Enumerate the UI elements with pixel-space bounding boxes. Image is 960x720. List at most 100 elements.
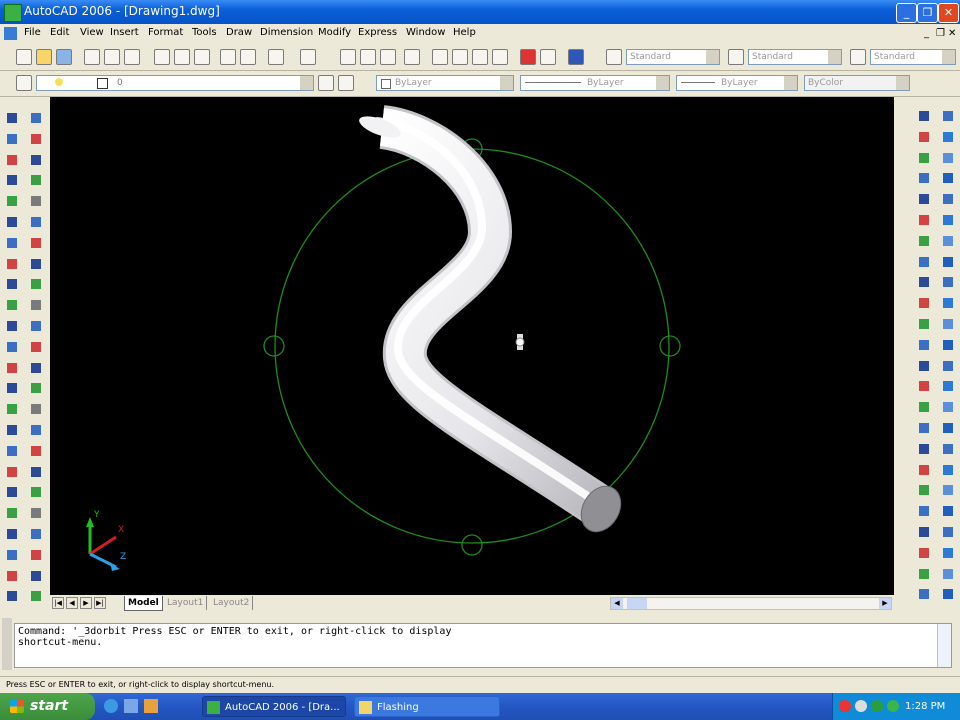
undo-icon[interactable] [268, 49, 284, 65]
quick-launch-ie-icon[interactable] [104, 699, 118, 713]
markup-icon[interactable] [520, 49, 536, 65]
modify-tool-button-9[interactable] [27, 275, 43, 291]
dimension-tool-button-24[interactable] [915, 585, 931, 601]
autocad-app-icon[interactable] [4, 4, 22, 22]
text-style-select[interactable]: Standard [626, 49, 720, 65]
draw-tool-button-20[interactable] [3, 504, 19, 520]
modify-tool-button-3[interactable] [27, 151, 43, 167]
dimension-tool-button-17[interactable] [915, 440, 931, 456]
menu-window[interactable]: Window [406, 27, 445, 38]
save-icon[interactable] [56, 49, 72, 65]
dimension-tool-button-7[interactable] [915, 232, 931, 248]
solids-tool-button-8[interactable] [939, 253, 955, 269]
properties-icon[interactable] [432, 49, 448, 65]
layer-manager-icon[interactable] [16, 75, 32, 91]
plot-icon[interactable] [84, 49, 100, 65]
cut-icon[interactable] [154, 49, 170, 65]
draw-tool-button-7[interactable] [3, 234, 19, 250]
block-editor-icon[interactable] [240, 49, 256, 65]
tray-icon-4[interactable] [887, 700, 899, 712]
dimension-tool-button-21[interactable] [915, 523, 931, 539]
layer-select[interactable]: 0 [36, 75, 314, 91]
dimension-tool-button-22[interactable] [915, 544, 931, 560]
draw-tool-button-12[interactable] [3, 338, 19, 354]
dimension-tool-button-6[interactable] [915, 211, 931, 227]
publish-icon[interactable] [124, 49, 140, 65]
menu-help[interactable]: Help [453, 27, 476, 38]
layer-previous-icon[interactable] [338, 75, 354, 91]
solids-tool-button-15[interactable] [939, 398, 955, 414]
table-style-icon[interactable] [850, 49, 866, 65]
dimension-tool-button-5[interactable] [915, 190, 931, 206]
prev-tab-arrow-icon[interactable]: ◀ [66, 597, 78, 609]
dimension-tool-button-10[interactable] [915, 294, 931, 310]
task-autocad[interactable]: AutoCAD 2006 - [Dra... [202, 696, 346, 717]
doc-minimize-button[interactable]: _ [924, 28, 929, 39]
command-scrollbar[interactable] [937, 624, 951, 667]
dimension-tool-button-16[interactable] [915, 419, 931, 435]
solids-tool-button-22[interactable] [939, 544, 955, 560]
sheet-set-icon[interactable] [492, 49, 508, 65]
modify-tool-button-15[interactable] [27, 400, 43, 416]
solids-tool-button-21[interactable] [939, 523, 955, 539]
solids-tool-button-11[interactable] [939, 315, 955, 331]
modify-tool-button-11[interactable] [27, 317, 43, 333]
menu-edit[interactable]: Edit [50, 27, 69, 38]
plot-preview-icon[interactable] [104, 49, 120, 65]
dimension-tool-button-18[interactable] [915, 461, 931, 477]
match-properties-icon[interactable] [220, 49, 236, 65]
menu-dimension[interactable]: Dimension [260, 27, 313, 38]
dimension-tool-button-20[interactable] [915, 502, 931, 518]
swept-solid-pipe[interactable] [357, 105, 629, 539]
solids-tool-button-12[interactable] [939, 336, 955, 352]
tool-palettes-icon[interactable] [472, 49, 488, 65]
solids-tool-button-18[interactable] [939, 461, 955, 477]
solids-tool-button-7[interactable] [939, 232, 955, 248]
scroll-thumb[interactable] [627, 598, 647, 609]
draw-tool-button-24[interactable] [3, 587, 19, 603]
modify-tool-button-14[interactable] [27, 379, 43, 395]
modify-tool-button-17[interactable] [27, 442, 43, 458]
last-tab-arrow-icon[interactable]: ▶| [94, 597, 106, 609]
minimize-button[interactable]: _ [896, 3, 917, 23]
modify-tool-button-20[interactable] [27, 504, 43, 520]
dimension-tool-button-1[interactable] [915, 107, 931, 123]
document-icon[interactable] [4, 27, 17, 40]
command-window[interactable]: Command: '_3dorbit Press ESC or ENTER to… [14, 623, 952, 668]
tray-icon-1[interactable] [839, 700, 851, 712]
quick-launch-desktop-icon[interactable] [124, 699, 138, 713]
draw-tool-button-11[interactable] [3, 317, 19, 333]
draw-tool-button-18[interactable] [3, 463, 19, 479]
draw-tool-button-19[interactable] [3, 483, 19, 499]
dimension-tool-button-19[interactable] [915, 481, 931, 497]
zoom-previous-icon[interactable] [404, 49, 420, 65]
help-icon[interactable] [568, 49, 584, 65]
quick-launch-media-icon[interactable] [144, 699, 158, 713]
solids-tool-button-5[interactable] [939, 190, 955, 206]
menu-tools[interactable]: Tools [192, 27, 217, 38]
task-flashing[interactable]: Flashing [354, 696, 500, 717]
open-icon[interactable] [36, 49, 52, 65]
draw-tool-button-22[interactable] [3, 546, 19, 562]
start-button[interactable]: start [0, 693, 95, 720]
orbit-right-handle[interactable] [659, 335, 681, 357]
tray-icon-3[interactable] [871, 700, 883, 712]
color-select[interactable]: ByLayer [376, 75, 514, 91]
scroll-right-icon[interactable]: ▶ [879, 598, 891, 609]
dimension-tool-button-2[interactable] [915, 128, 931, 144]
draw-tool-button-3[interactable] [3, 151, 19, 167]
solids-tool-button-4[interactable] [939, 169, 955, 185]
modify-tool-button-21[interactable] [27, 525, 43, 541]
close-button[interactable]: ✕ [938, 3, 959, 23]
menu-modify[interactable]: Modify [318, 27, 351, 38]
doc-close-button[interactable]: ✕ [948, 28, 956, 39]
paste-icon[interactable] [194, 49, 210, 65]
modify-tool-button-16[interactable] [27, 421, 43, 437]
dimension-tool-button-9[interactable] [915, 273, 931, 289]
dimension-tool-button-14[interactable] [915, 377, 931, 393]
orbit-bottom-handle[interactable] [461, 534, 483, 556]
modify-tool-button-12[interactable] [27, 338, 43, 354]
modify-tool-button-4[interactable] [27, 171, 43, 187]
draw-tool-button-21[interactable] [3, 525, 19, 541]
modify-tool-button-22[interactable] [27, 546, 43, 562]
